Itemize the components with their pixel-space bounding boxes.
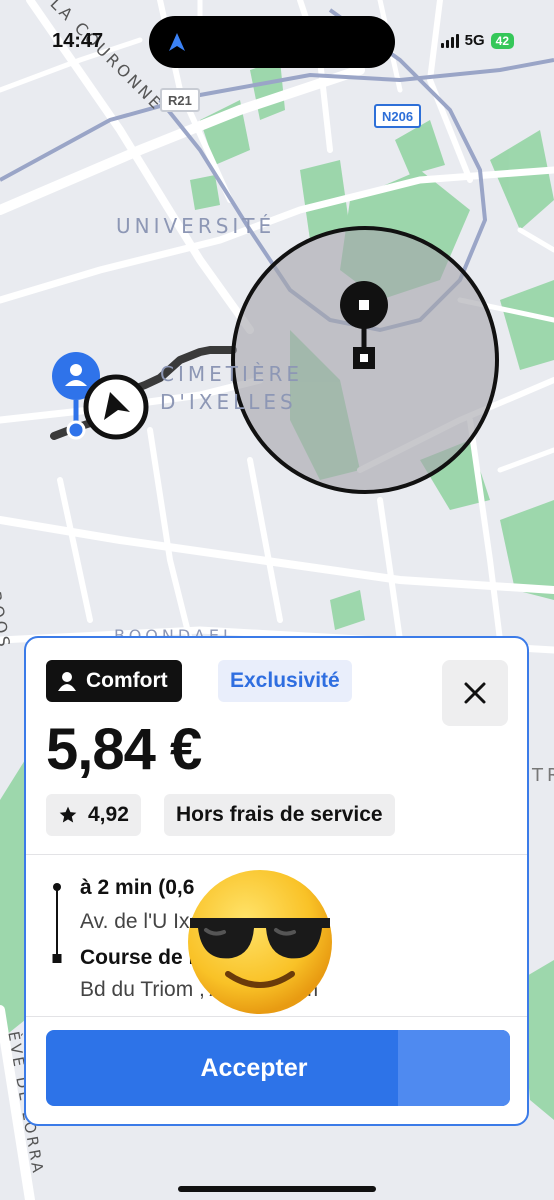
status-indicators: 5G 42: [440, 32, 514, 49]
person-icon: [58, 672, 76, 691]
divider: [26, 854, 527, 855]
navigation-arrow-icon: [169, 33, 185, 51]
star-icon: [59, 806, 77, 823]
map-label-ixelles: D'IXELLES: [160, 390, 297, 414]
category-badge: Comfort: [46, 660, 182, 702]
accept-button[interactable]: Accepter: [46, 1030, 510, 1106]
category-label: Comfort: [86, 669, 168, 692]
driver-navigation-icon: [83, 374, 149, 440]
map-label-right-edge: TR: [532, 765, 554, 786]
close-icon: [464, 682, 486, 704]
sunglasses-emoji-icon: [188, 870, 332, 1014]
dynamic-island: [149, 16, 395, 68]
rating-value: 4,92: [88, 803, 129, 826]
accept-label: Accepter: [200, 1053, 308, 1082]
status-time: 14:47: [52, 30, 104, 52]
map-label-universite: UNIVERSITÉ: [116, 214, 276, 238]
close-button[interactable]: [442, 660, 508, 726]
route-shield-r21: R21: [160, 88, 200, 112]
route-shield-n206: N206: [374, 104, 422, 128]
exclusivity-badge: Exclusivité: [218, 660, 352, 702]
pickup-eta: à 2 min (0,6: [80, 876, 195, 899]
dropoff-marker-icon: [353, 347, 375, 369]
battery-icon: 42: [490, 32, 514, 49]
signal-icon: [440, 33, 459, 48]
network-type: 5G: [464, 32, 485, 49]
home-indicator[interactable]: [178, 1186, 376, 1192]
rating-chip: 4,92: [46, 794, 141, 836]
route-timeline-icon: [52, 883, 62, 963]
map-label-cimetiere: CIMETIÈRE: [160, 362, 304, 386]
accept-progress: [398, 1030, 510, 1106]
fare-price: 5,84 €: [46, 717, 202, 782]
fee-note-chip: Hors frais de service: [164, 794, 395, 836]
